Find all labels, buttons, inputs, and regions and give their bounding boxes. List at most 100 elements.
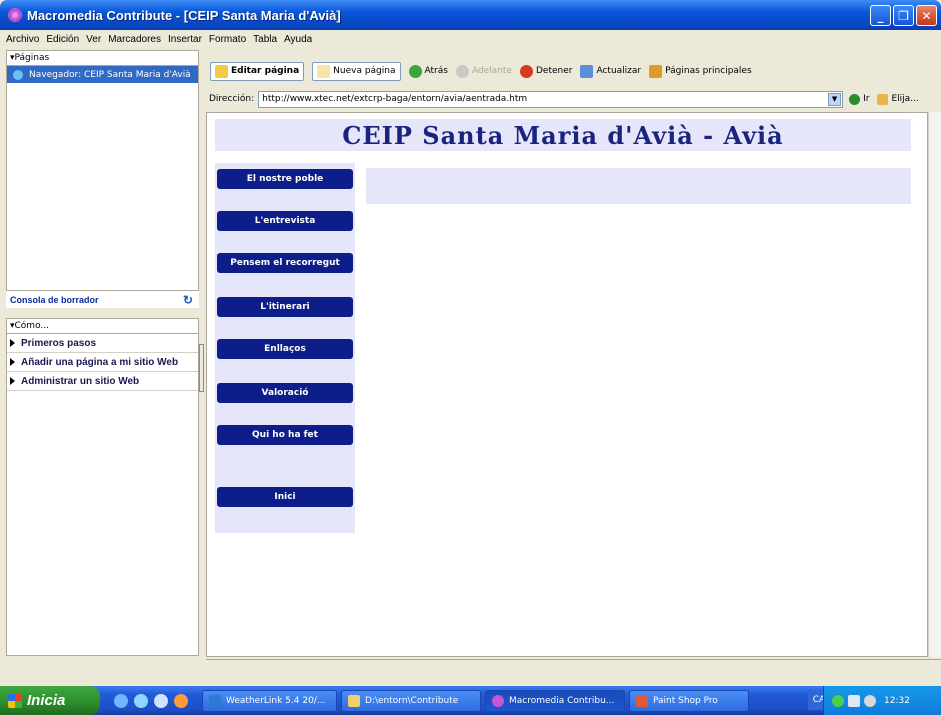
- pages-panel-header[interactable]: ▾Páginas: [7, 51, 198, 66]
- browser-toolbar: Editar página Nueva página Atrás Adelant…: [206, 58, 941, 84]
- panel-splitter[interactable]: [199, 344, 204, 392]
- edit-page-icon: [215, 64, 228, 78]
- address-label: Dirección:: [209, 94, 255, 104]
- nav-valoracio[interactable]: Valoració: [217, 383, 353, 403]
- forward-label: Adelante: [471, 66, 512, 76]
- draft-console-link[interactable]: Consola de borrador ↻: [6, 290, 199, 308]
- left-panel: ▾Páginas Navegador: CEIP Santa Maria d'A…: [6, 50, 199, 656]
- stop-label: Detener: [535, 66, 573, 76]
- globe-icon: [13, 69, 23, 80]
- how-to-item-label: Primeros pasos: [21, 337, 97, 349]
- minimize-button[interactable]: _: [870, 5, 891, 26]
- nav-inici[interactable]: Inici: [217, 487, 353, 507]
- start-button[interactable]: Inicia: [0, 686, 100, 715]
- home-pages-button[interactable]: Páginas principales: [649, 64, 752, 78]
- monitor-icon[interactable]: [848, 694, 860, 707]
- volume-icon[interactable]: [864, 694, 876, 707]
- navigator-item-label: Navegador: CEIP Santa Maria d'Avià: [29, 69, 191, 80]
- page-viewport: CEIP Santa Maria d'Avià - Avià El nostre…: [206, 112, 928, 657]
- task-label: Paint Shop Pro: [653, 695, 718, 706]
- menu-formato[interactable]: Formato: [209, 34, 246, 45]
- triangle-right-icon: [10, 339, 15, 347]
- how-to-item[interactable]: Primeros pasos: [7, 334, 198, 353]
- chevron-down-icon[interactable]: ▼: [828, 92, 842, 106]
- start-label: Inicia: [27, 692, 66, 709]
- triangle-right-icon: [10, 377, 15, 385]
- windows-taskbar: Inicia WeatherLink 5.4 20/... D:\entorn\…: [0, 686, 941, 715]
- menu-tabla[interactable]: Tabla: [253, 34, 277, 45]
- address-input[interactable]: http://www.xtec.net/extcrp-baga/entorn/a…: [258, 90, 844, 108]
- close-button[interactable]: ✕: [916, 5, 937, 26]
- title-bar: Macromedia Contribute - [CEIP Santa Mari…: [0, 0, 941, 30]
- nav-qui-ho-ha-fet[interactable]: Qui ho ha fet: [217, 425, 353, 445]
- system-tray: 12:32: [823, 686, 941, 715]
- paint-shop-pro-icon: [636, 694, 648, 707]
- arrow-icon[interactable]: [154, 693, 168, 708]
- how-to-item[interactable]: Administrar un sitio Web: [7, 372, 198, 391]
- task-label: Macromedia Contribu...: [509, 695, 615, 706]
- refresh-icon[interactable]: ↻: [183, 293, 193, 307]
- ie-icon[interactable]: [114, 693, 128, 708]
- forward-arrow-icon: [455, 64, 469, 78]
- contribute-app-icon: [8, 8, 22, 22]
- menu-bar: Archivo Edición Ver Marcadores Insertar …: [0, 30, 941, 48]
- how-to-item-label: Administrar un sitio Web: [21, 375, 140, 387]
- clock[interactable]: 12:32: [884, 696, 910, 706]
- how-to-item[interactable]: Añadir una página a mi sitio Web: [7, 353, 198, 372]
- how-to-header[interactable]: ▾Cómo...: [7, 319, 198, 334]
- how-to-item-label: Añadir una página a mi sitio Web: [21, 356, 179, 368]
- go-label: Ir: [863, 94, 870, 104]
- back-label: Atrás: [424, 66, 448, 76]
- menu-archivo[interactable]: Archivo: [6, 34, 39, 45]
- go-button[interactable]: Ir: [849, 93, 870, 105]
- vertical-scrollbar[interactable]: [928, 112, 941, 657]
- navigator-item[interactable]: Navegador: CEIP Santa Maria d'Avià: [7, 66, 198, 83]
- nav-litinerari[interactable]: L'itinerari: [217, 297, 353, 317]
- forward-button[interactable]: Adelante: [455, 64, 512, 78]
- status-bar: [206, 659, 941, 679]
- task-weatherlink[interactable]: WeatherLink 5.4 20/...: [202, 689, 337, 712]
- nav-el-nostre-poble[interactable]: El nostre poble: [217, 169, 353, 189]
- pages-panel: ▾Páginas Navegador: CEIP Santa Maria d'A…: [6, 50, 199, 308]
- back-arrow-icon: [408, 64, 422, 78]
- stop-icon: [519, 64, 533, 78]
- task-contribute[interactable]: Macromedia Contribu...: [485, 689, 625, 712]
- menu-edicion[interactable]: Edición: [46, 34, 79, 45]
- triangle-right-icon: [10, 358, 15, 366]
- page-menu-column: El nostre poble L'entrevista Pensem el r…: [215, 163, 355, 533]
- weatherlink-icon: [209, 694, 221, 707]
- menu-marcadores[interactable]: Marcadores: [108, 34, 161, 45]
- back-button[interactable]: Atrás: [408, 64, 448, 78]
- refresh-button[interactable]: Actualizar: [580, 64, 641, 78]
- draft-console-label: Consola de borrador: [10, 294, 99, 305]
- menu-ayuda[interactable]: Ayuda: [284, 34, 312, 45]
- task-label: D:\entorn\Contribute: [365, 695, 459, 706]
- task-paint-shop-pro[interactable]: Paint Shop Pro: [629, 689, 749, 712]
- choose-button[interactable]: Elija...: [877, 93, 919, 105]
- choose-label: Elija...: [891, 94, 919, 104]
- windows-logo-icon: [8, 693, 22, 708]
- menu-insertar[interactable]: Insertar: [168, 34, 202, 45]
- refresh-page-icon: [580, 64, 594, 78]
- new-page-button[interactable]: Nueva página: [312, 61, 401, 81]
- stop-button[interactable]: Detener: [519, 64, 573, 78]
- window-title: Macromedia Contribute - [CEIP Santa Mari…: [27, 7, 341, 23]
- firefox-icon[interactable]: [174, 693, 188, 708]
- new-page-label: Nueva página: [333, 66, 396, 76]
- menu-ver[interactable]: Ver: [86, 34, 101, 45]
- folder-icon: [877, 93, 889, 105]
- task-explorer[interactable]: D:\entorn\Contribute: [341, 689, 481, 712]
- banner-title: CEIP Santa Maria d'Avià - Avià: [342, 120, 784, 150]
- browser-icon[interactable]: [134, 693, 148, 708]
- window-controls: _ ❐ ✕: [870, 5, 937, 26]
- home-pages-label: Páginas principales: [665, 66, 752, 76]
- nav-pensem-el-recorregut[interactable]: Pensem el recorregut: [217, 253, 353, 273]
- nav-enllacos[interactable]: Enllaços: [217, 339, 353, 359]
- nav-lentrevista[interactable]: L'entrevista: [217, 211, 353, 231]
- quick-launch: [114, 693, 188, 708]
- edit-page-label: Editar página: [231, 66, 300, 76]
- home-icon: [649, 64, 663, 78]
- network-icon[interactable]: [832, 694, 844, 707]
- edit-page-button[interactable]: Editar página: [210, 61, 305, 81]
- maximize-button[interactable]: ❐: [893, 5, 914, 26]
